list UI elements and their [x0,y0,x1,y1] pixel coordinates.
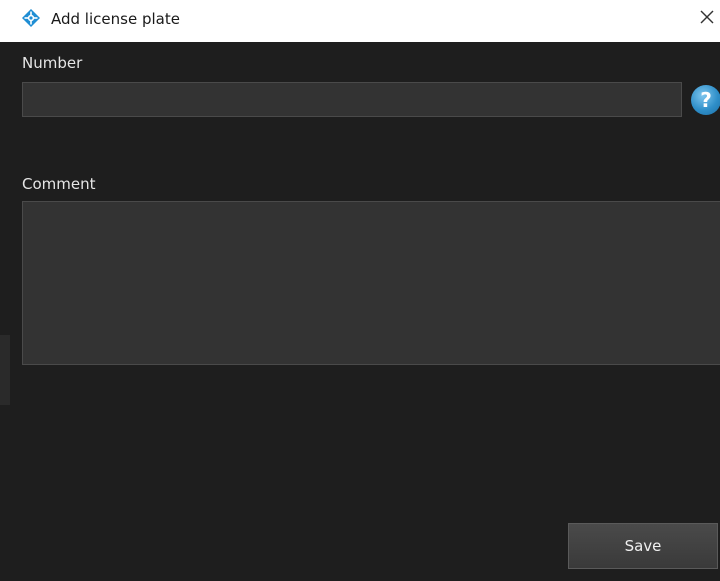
app-logo-icon [22,9,40,27]
dialog-title: Add license plate [51,10,180,28]
comment-label: Comment [22,175,96,193]
save-button[interactable]: Save [568,523,718,569]
dialog-window: Add license plate Number ? Comment Save [0,0,720,581]
close-button[interactable] [694,6,720,32]
number-label: Number [22,54,83,72]
comment-textarea[interactable] [22,201,720,365]
help-icon[interactable]: ? [691,85,720,115]
number-input[interactable] [22,82,682,117]
title-bar: Add license plate [0,0,720,42]
window-edge-shadow [0,335,10,405]
close-icon [699,9,715,29]
